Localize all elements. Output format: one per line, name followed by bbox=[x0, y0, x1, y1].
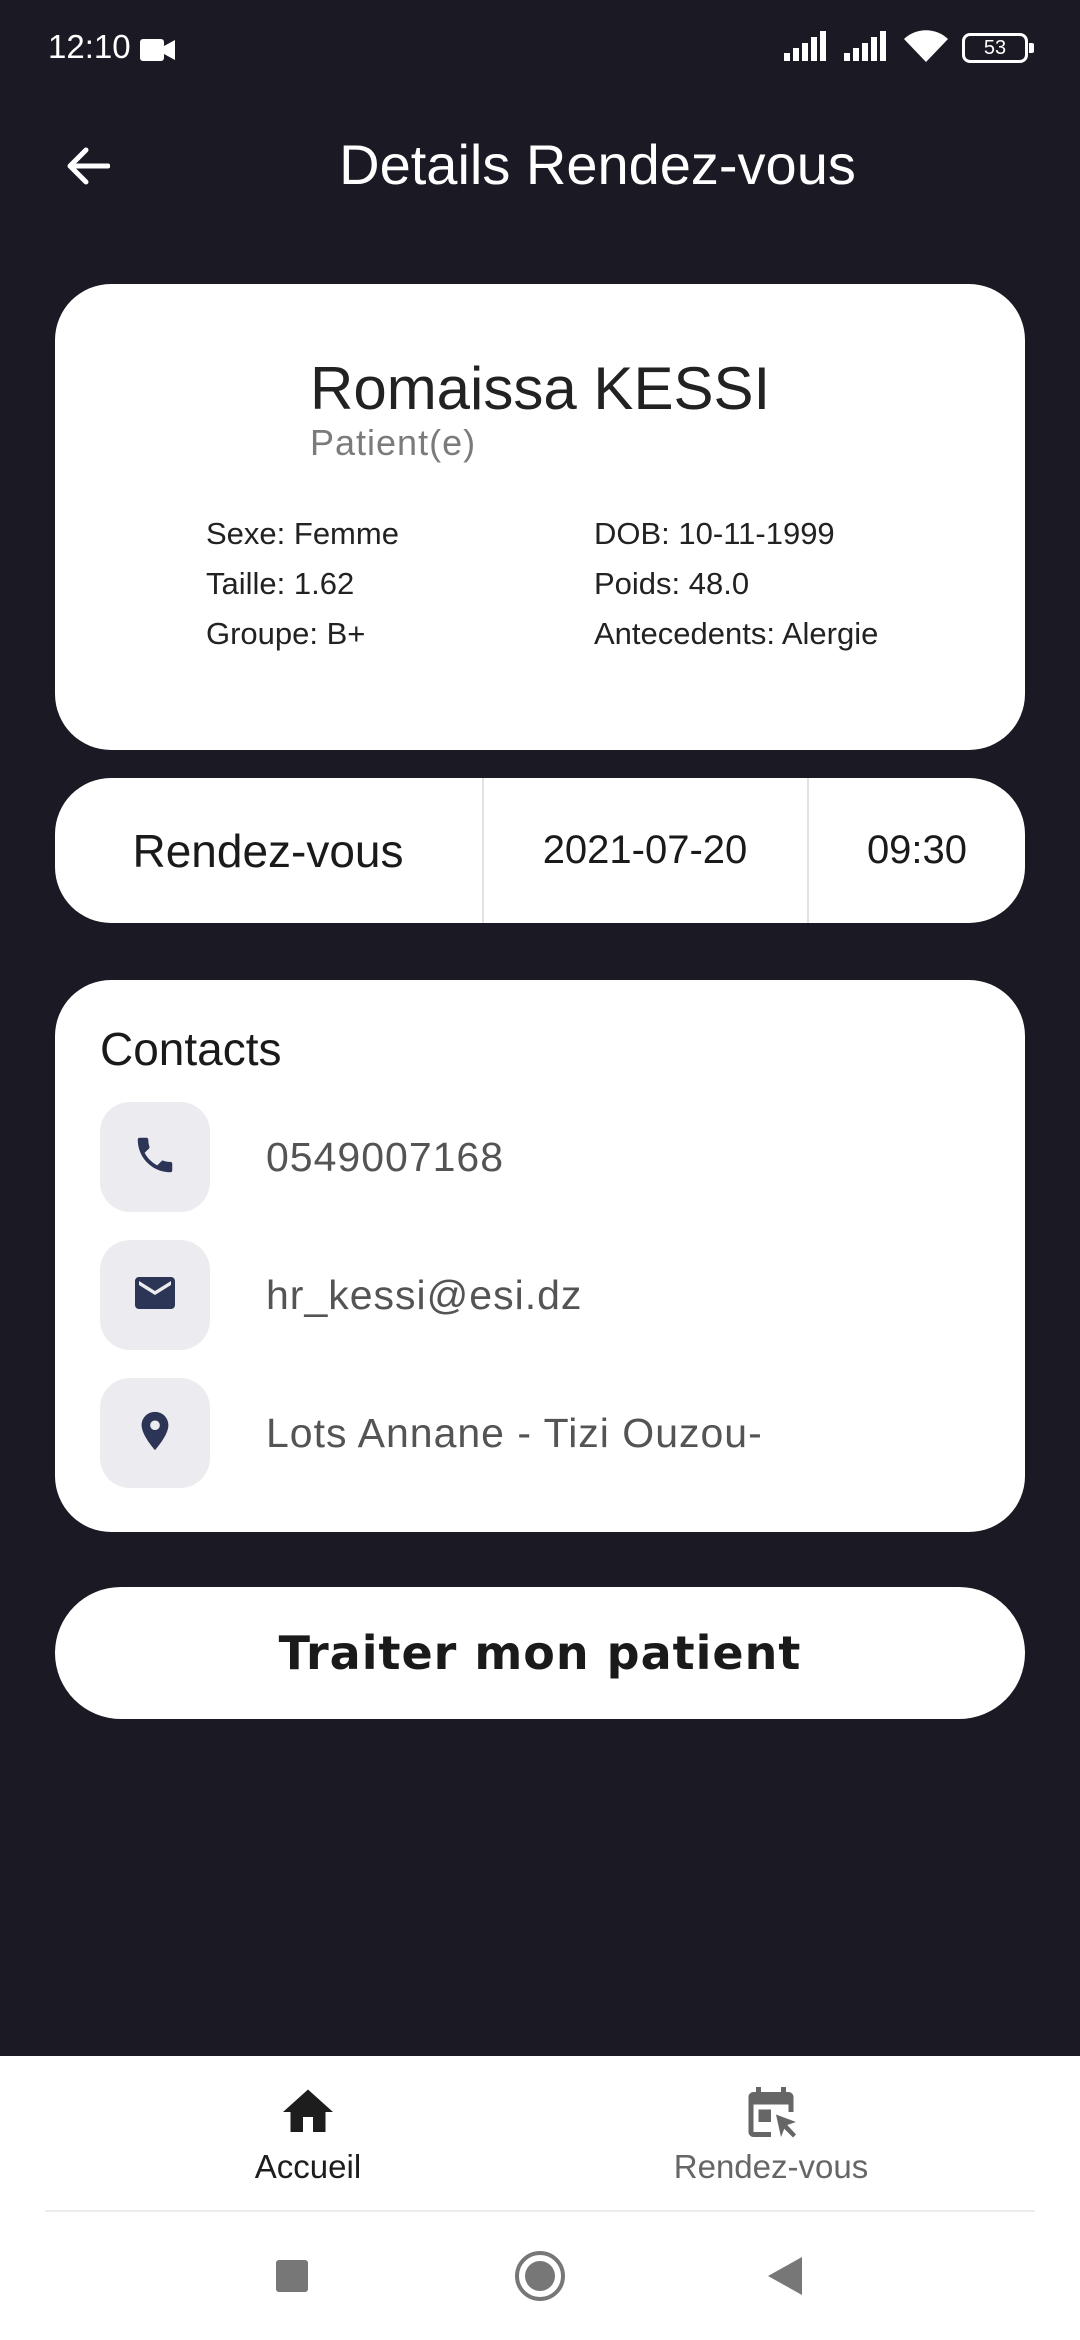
contact-address-row[interactable]: Lots Annane - Tizi Ouzou- bbox=[100, 1378, 980, 1488]
signal-icon bbox=[844, 31, 890, 65]
status-icons: 53 bbox=[784, 30, 1034, 66]
appointment-time: 09:30 bbox=[807, 778, 1025, 923]
patient-dob: DOB: 10-11-1999 bbox=[594, 516, 835, 551]
contact-phone: 0549007168 bbox=[266, 1133, 505, 1180]
contacts-card: Contacts 0549007168 hr_kessi@esi.dz Lots… bbox=[55, 980, 1025, 1532]
nav-label-accueil: Accueil bbox=[254, 2148, 362, 2185]
calendar-icon bbox=[741, 2082, 801, 2142]
location-pin-icon bbox=[132, 1408, 178, 1458]
patient-poids: Poids: 48.0 bbox=[594, 566, 750, 601]
contact-phone-row[interactable]: 0549007168 bbox=[100, 1102, 980, 1212]
phone-icon-box bbox=[100, 1102, 210, 1212]
email-icon-box bbox=[100, 1240, 210, 1350]
patient-role: Patient(e) bbox=[310, 422, 477, 463]
patient-antecedents: Antecedents: Alergie bbox=[594, 616, 879, 651]
email-icon bbox=[131, 1269, 179, 1321]
status-time: 12:10 bbox=[48, 28, 131, 65]
nav-label-rendez-vous: Rendez-vous bbox=[673, 2148, 869, 2185]
treat-patient-button[interactable]: Traiter mon patient bbox=[55, 1587, 1025, 1719]
recents-square-icon bbox=[274, 2258, 310, 2298]
appointment-label: Rendez-vous bbox=[132, 824, 404, 877]
page-title: Details Rendez-vous bbox=[339, 133, 856, 196]
patient-groupe: Groupe: B+ bbox=[206, 616, 366, 651]
home-circle-icon bbox=[513, 2249, 567, 2307]
patient-card: Romaissa KESSI Patient(e) Sexe: Femme DO… bbox=[55, 284, 1025, 750]
contact-address: Lots Annane - Tizi Ouzou- bbox=[266, 1409, 763, 1456]
back-triangle-icon bbox=[764, 2255, 804, 2301]
nav-item-rendez-vous[interactable]: Rendez-vous bbox=[611, 2056, 931, 2212]
contact-email: hr_kessi@esi.dz bbox=[266, 1271, 583, 1318]
phone-icon bbox=[132, 1132, 178, 1182]
patient-taille: Taille: 1.62 bbox=[206, 566, 355, 601]
home-icon bbox=[278, 2082, 338, 2142]
back-button-system[interactable] bbox=[756, 2250, 812, 2306]
appointment-strip: Rendez-vous 2021-07-20 09:30 bbox=[55, 778, 1025, 923]
battery-icon: 53 bbox=[962, 33, 1034, 63]
recents-button[interactable] bbox=[264, 2250, 320, 2306]
location-icon-box bbox=[100, 1378, 210, 1488]
patient-name: Romaissa KESSI bbox=[310, 355, 771, 422]
home-button[interactable] bbox=[512, 2250, 568, 2306]
video-camera-icon bbox=[140, 37, 176, 63]
contacts-title: Contacts bbox=[100, 1023, 282, 1075]
screen: 12:10 53 Details Rendez-vous Romaissa KE… bbox=[0, 0, 1080, 2340]
appointment-date: 2021-07-20 bbox=[482, 778, 806, 923]
contact-email-row[interactable]: hr_kessi@esi.dz bbox=[100, 1240, 980, 1350]
header: Details Rendez-vous bbox=[0, 110, 1080, 230]
status-bar: 12:10 53 bbox=[0, 0, 1080, 100]
signal-icon bbox=[784, 31, 830, 65]
system-nav-bar bbox=[0, 2212, 1080, 2340]
battery-level: 53 bbox=[983, 37, 1007, 59]
bottom-nav: Accueil Rendez-vous bbox=[0, 2056, 1080, 2212]
nav-item-accueil[interactable]: Accueil bbox=[148, 2056, 468, 2212]
patient-sexe: Sexe: Femme bbox=[206, 516, 399, 551]
wifi-icon bbox=[904, 30, 948, 66]
